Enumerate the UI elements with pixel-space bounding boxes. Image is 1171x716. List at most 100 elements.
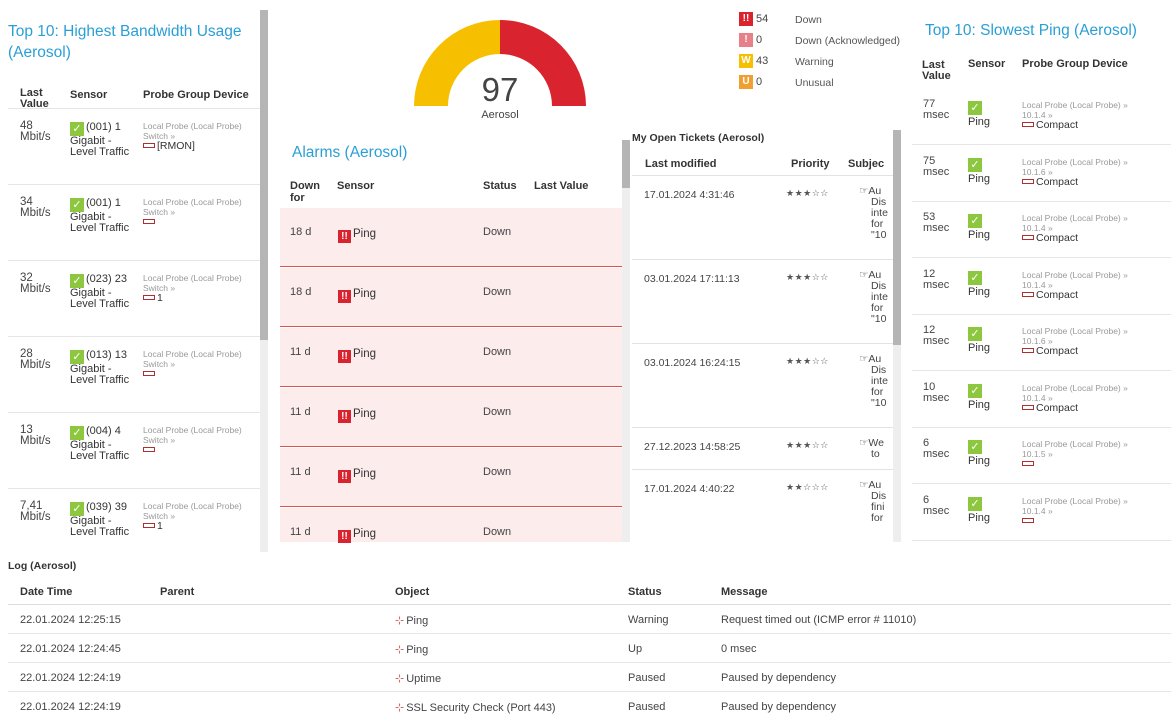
device-icon — [1022, 235, 1034, 240]
probe-group-device[interactable]: Local Probe (Local Probe) » 10.1.4 » Compa… — [1022, 213, 1162, 243]
device-line: Compact — [1022, 120, 1162, 130]
log-header-status[interactable]: Status — [628, 586, 662, 598]
probe-group-device[interactable]: Local Probe (Local Probe) » 10.1.4 » — [1022, 496, 1162, 526]
device-icon — [1022, 291, 1034, 297]
table-row[interactable]: 22.01.2024 12:25:15 ⊹ Ping Warning Request t… — [8, 605, 1171, 634]
probe-name: Local Probe (Local Probe) » — [1022, 269, 1128, 280]
group-name: 10.1.5 » — [1022, 449, 1053, 459]
ping-value: 10 msec — [923, 380, 950, 404]
device-icon — [1022, 461, 1034, 466]
log-header-row: Date Time Parent Object Status Message — [8, 576, 1171, 605]
sensor-link[interactable]: ✓ Ping — [968, 270, 991, 298]
probe-group-device[interactable]: Local Probe (Local Probe) » 10.1.6 » Compa… — [1022, 157, 1162, 187]
log-message: Request timed out (ICMP error # 11010) — [721, 614, 917, 626]
table-row[interactable]: 53 msec ✓ Ping Local Probe (Local Probe) » 1… — [912, 202, 1171, 258]
log-header-message[interactable]: Message — [721, 586, 767, 598]
sensor-link[interactable]: ✓ Ping — [968, 496, 991, 524]
log-header-object[interactable]: Object — [395, 586, 429, 598]
log-status: Paused — [628, 701, 666, 713]
status-ok-icon: ✓ — [968, 101, 982, 115]
ping-value: 6 msec — [923, 437, 950, 460]
table-row[interactable]: 22.01.2024 12:24:19 ⊹ SSL Security Check (… — [8, 692, 1171, 716]
ping-viewport: 77 msec ✓ Ping Local Probe (Local Probe) » 1… — [0, 0, 1171, 556]
sensor-name: Ping — [968, 285, 991, 298]
sensor-name: Ping — [968, 511, 991, 524]
device-icon — [1022, 404, 1034, 410]
log-message: Paused by dependency — [721, 672, 836, 684]
log-datetime: 22.01.2024 12:24:45 — [20, 643, 121, 655]
ping-value: 12 msec — [923, 267, 950, 291]
probe-name: Local Probe (Local Probe) » — [1022, 213, 1128, 223]
log-object[interactable]: ⊹ Uptime — [395, 672, 441, 685]
ping-value: 75 msec — [923, 154, 950, 178]
log-status: Paused — [628, 672, 666, 684]
device-name: Compact — [1036, 401, 1079, 414]
sensor-type-icon: ⊹ — [395, 673, 405, 685]
log-message: 0 msec — [721, 643, 757, 655]
probe-group-device[interactable]: Local Probe (Local Probe) » 10.1.4 » Compa… — [1022, 270, 1162, 300]
sensor-name: Ping — [968, 398, 991, 411]
table-row[interactable]: 22.01.2024 12:24:19 ⊹ Uptime Paused Paused b… — [8, 663, 1171, 692]
sensor-link[interactable]: ✓ Ping — [968, 101, 990, 128]
ping-value: 53 msec — [923, 211, 950, 234]
status-ok-icon: ✓ — [968, 214, 982, 228]
group-name: 10.1.4 » — [1022, 505, 1053, 516]
log-datetime: 22.01.2024 12:24:19 — [20, 672, 121, 684]
device-name: Compact — [1036, 345, 1079, 357]
device-line: Compact — [1022, 289, 1162, 300]
status-ok-icon: ✓ — [968, 327, 982, 341]
table-row[interactable]: 6 msec ✓ Ping Local Probe (Local Probe) » 10… — [912, 485, 1171, 541]
sensor-type-icon: ⊹ — [395, 702, 405, 714]
table-row[interactable]: 77 msec ✓ Ping Local Probe (Local Probe) » 1… — [912, 89, 1171, 145]
probe-name: Local Probe (Local Probe) » — [1022, 326, 1128, 336]
sensor-name: Ping — [968, 455, 991, 467]
sensor-link[interactable]: ✓ Ping — [968, 157, 990, 185]
log-object[interactable]: ⊹ Ping — [395, 614, 428, 627]
table-row[interactable]: 12 msec ✓ Ping Local Probe (Local Probe) » 1… — [912, 259, 1171, 315]
log-object[interactable]: ⊹ SSL Security Check (Port 443) — [395, 701, 556, 714]
log-header-datetime[interactable]: Date Time — [20, 586, 72, 598]
table-row[interactable]: 22.01.2024 12:24:45 ⊹ Ping Up 0 msec — [8, 634, 1171, 663]
ping-value: 12 msec — [923, 324, 950, 347]
probe-group-device[interactable]: Local Probe (Local Probe) » 10.1.6 » Compa… — [1022, 326, 1162, 356]
device-line: Compact — [1022, 176, 1162, 187]
probe-name: Local Probe (Local Probe) » — [1022, 439, 1128, 449]
log-object-name: Ping — [406, 615, 429, 627]
log-title[interactable]: Log (Aerosol) — [8, 560, 76, 572]
probe-name: Local Probe (Local Probe) » — [1022, 382, 1128, 393]
log-status: Warning — [628, 614, 669, 626]
log-header-parent[interactable]: Parent — [160, 586, 194, 598]
log-object[interactable]: ⊹ Ping — [395, 643, 428, 656]
log-datetime: 22.01.2024 12:24:19 — [20, 701, 121, 713]
sensor-link[interactable]: ✓ Ping — [968, 440, 990, 467]
sensor-name: Ping — [968, 229, 991, 241]
probe-group-device[interactable]: Local Probe (Local Probe) » 10.1.4 » Compa… — [1022, 100, 1162, 130]
sensor-link[interactable]: ✓ Ping — [968, 214, 990, 241]
log-status: Up — [628, 643, 643, 655]
table-row[interactable]: 10 msec ✓ Ping Local Probe (Local Probe) » 1… — [912, 372, 1171, 428]
log-object-name: Uptime — [406, 673, 442, 685]
probe-group-device[interactable]: Local Probe (Local Probe) » 10.1.4 » Compa… — [1022, 383, 1162, 413]
probe-name: Local Probe (Local Probe) » — [1022, 495, 1128, 506]
device-icon — [1022, 178, 1034, 184]
device-line — [1022, 516, 1162, 526]
status-ok-icon: ✓ — [968, 496, 982, 511]
log-datetime: 22.01.2024 12:25:15 — [20, 614, 121, 626]
sensor-link[interactable]: ✓ Ping — [968, 383, 991, 411]
device-line — [1022, 459, 1162, 469]
probe-group-device[interactable]: Local Probe (Local Probe) » 10.1.5 » — [1022, 439, 1162, 469]
status-ok-icon: ✓ — [968, 383, 982, 398]
sensor-name: Ping — [968, 342, 991, 354]
status-ok-icon: ✓ — [968, 270, 982, 285]
status-ok-icon: ✓ — [968, 157, 982, 172]
sensor-link[interactable]: ✓ Ping — [968, 327, 990, 354]
ping-value: 77 msec — [923, 98, 950, 121]
sensor-type-icon: ⊹ — [395, 644, 405, 656]
sensor-name: Ping — [968, 116, 991, 128]
device-line: Compact — [1022, 401, 1162, 414]
table-row[interactable]: 75 msec ✓ Ping Local Probe (Local Probe) » 1… — [912, 146, 1171, 202]
table-row[interactable]: 6 msec ✓ Ping Local Probe (Local Probe) » 10… — [912, 428, 1171, 484]
device-line: Compact — [1022, 346, 1162, 356]
device-icon — [1022, 348, 1034, 353]
table-row[interactable]: 12 msec ✓ Ping Local Probe (Local Probe) » 1… — [912, 315, 1171, 371]
